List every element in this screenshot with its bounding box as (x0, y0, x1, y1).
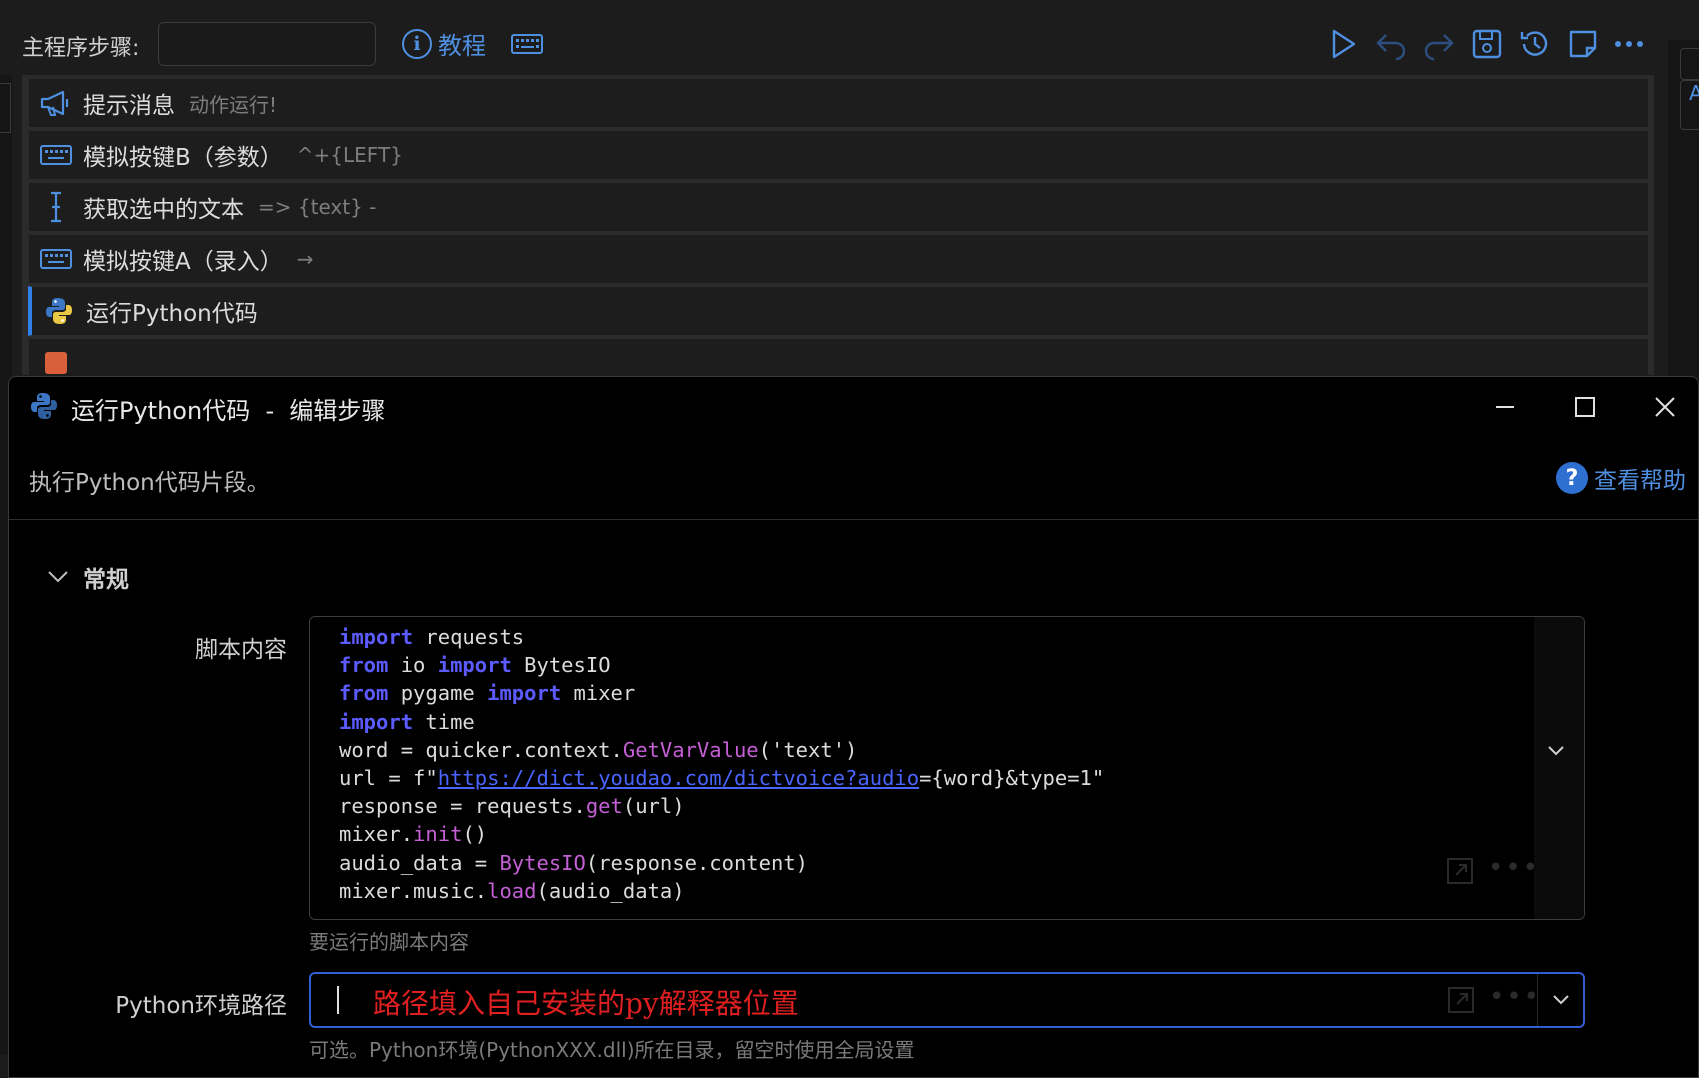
close-button[interactable] (1645, 387, 1685, 427)
step-desc: → (296, 247, 314, 271)
step-title: 模拟按键A（录入） (83, 249, 283, 275)
step-item[interactable] (28, 338, 1649, 375)
help-link[interactable]: ? 查看帮助 (1556, 461, 1686, 495)
script-editor[interactable]: import requests from io import BytesIO fro… (309, 616, 1585, 920)
editor-scrollbar[interactable] (1534, 617, 1584, 919)
keyboard-icon[interactable] (510, 27, 544, 61)
section-general-header[interactable]: 常规 (47, 560, 129, 594)
step-desc: => {text} - (258, 195, 377, 219)
maximize-icon (1575, 397, 1595, 417)
python-path-value: 路径填入自己安装的py解释器位置 (373, 987, 799, 1020)
keyboard-icon (37, 244, 75, 274)
step-item-selected[interactable]: 运行Python代码 (28, 286, 1649, 336)
code-line: from io import BytesIO (339, 653, 611, 678)
note-icon[interactable] (1566, 27, 1600, 61)
text-caret (337, 986, 339, 1014)
code-line: audio_data = BytesIO(response.content) (339, 850, 809, 875)
chevron-down-icon (1553, 995, 1569, 1005)
step-list: 提示消息 动作运行! 模拟按键B（参数） ^+{LEFT} 获取选中的文本 =>… (22, 75, 1654, 375)
run-icon[interactable] (1326, 27, 1360, 61)
info-icon: i (402, 28, 432, 59)
chevron-down-icon[interactable] (1546, 743, 1566, 762)
edit-step-dialog: 运行Python代码 - 编辑步骤 执行Python代码片段。 ? 查看帮助 常… (8, 376, 1699, 1078)
right-panel-tab[interactable] (1680, 48, 1699, 80)
expand-icon[interactable] (1447, 986, 1475, 1018)
step-item[interactable]: 模拟按键A（录入） → (28, 234, 1649, 284)
script-hint: 要运行的脚本内容 (309, 930, 469, 954)
python-icon (40, 296, 78, 326)
text-cursor-icon (37, 191, 75, 223)
code-line: import time (339, 709, 475, 734)
dialog-description: 执行Python代码片段。 (29, 470, 270, 496)
minimize-button[interactable] (1485, 387, 1525, 427)
undo-icon[interactable] (1374, 27, 1408, 61)
dialog-title: 运行Python代码 - 编辑步骤 (71, 397, 386, 425)
code-line: mixer.init() (339, 822, 488, 847)
step-title: 提示消息 (83, 93, 175, 119)
python-icon (29, 391, 59, 425)
code-content[interactable]: import requests from io import BytesIO fro… (339, 623, 1104, 905)
main-steps-label: 主程序步骤: (22, 36, 140, 61)
history-icon[interactable] (1518, 27, 1552, 61)
save-icon[interactable] (1470, 27, 1504, 61)
tutorial-link[interactable]: i 教程 (402, 26, 486, 61)
megaphone-icon (37, 88, 75, 118)
more-icon[interactable]: ••• (1488, 853, 1540, 883)
step-filter-input[interactable] (158, 22, 376, 66)
section-title: 常规 (83, 567, 129, 593)
more-icon[interactable]: ••• (1489, 982, 1541, 1012)
close-icon (1655, 397, 1675, 417)
step-item[interactable]: 获取选中的文本 => {text} - (28, 182, 1649, 232)
code-line: from pygame import mixer (339, 681, 636, 706)
tutorial-label: 教程 (438, 32, 486, 60)
help-icon: ? (1556, 462, 1588, 494)
step-title: 获取选中的文本 (83, 197, 244, 223)
dialog-description-bar: 执行Python代码片段。 ? 查看帮助 (9, 435, 1698, 520)
step-desc: 动作运行! (189, 92, 278, 117)
code-line: mixer.music.load(audio_data) (339, 878, 685, 903)
redo-icon[interactable] (1422, 27, 1456, 61)
script-label: 脚本内容 (195, 637, 287, 663)
step-item[interactable]: 模拟按键B（参数） ^+{LEFT} (28, 130, 1649, 180)
code-line: url = f"https://dict.youdao.com/dictvoic… (339, 766, 1105, 791)
python-path-input[interactable]: 路径填入自己安装的py解释器位置 ••• (309, 972, 1585, 1028)
dialog-titlebar: 运行Python代码 - 编辑步骤 (9, 377, 1698, 435)
code-line: response = requests.get(url) (339, 794, 685, 819)
code-line: import requests (339, 625, 525, 649)
step-title: 模拟按键B（参数） (83, 145, 283, 171)
python-path-hint: 可选。Python环境(PythonXXX.dll)所在目录，留空时使用全局设置 (309, 1038, 915, 1062)
step-title: 运行Python代码 (86, 301, 258, 327)
chevron-down-icon (48, 571, 68, 583)
help-label: 查看帮助 (1594, 468, 1686, 494)
keyboard-icon (37, 140, 75, 170)
dialog-content: 常规 脚本内容 import requests from io import By… (9, 520, 1698, 1077)
right-panel-tab-a[interactable]: A (1680, 80, 1699, 130)
step-desc: ^+{LEFT} (296, 143, 403, 167)
dropdown-button[interactable] (1537, 974, 1584, 1026)
more-icon[interactable] (1612, 27, 1646, 61)
minimize-icon (1496, 406, 1514, 408)
expand-icon[interactable] (1446, 857, 1474, 889)
script-icon (37, 348, 75, 375)
maximize-button[interactable] (1565, 387, 1605, 427)
code-line: word = quicker.context.GetVarValue('text… (339, 737, 858, 762)
python-path-label: Python环境路径 (115, 993, 287, 1019)
step-item[interactable]: 提示消息 动作运行! (28, 78, 1649, 128)
